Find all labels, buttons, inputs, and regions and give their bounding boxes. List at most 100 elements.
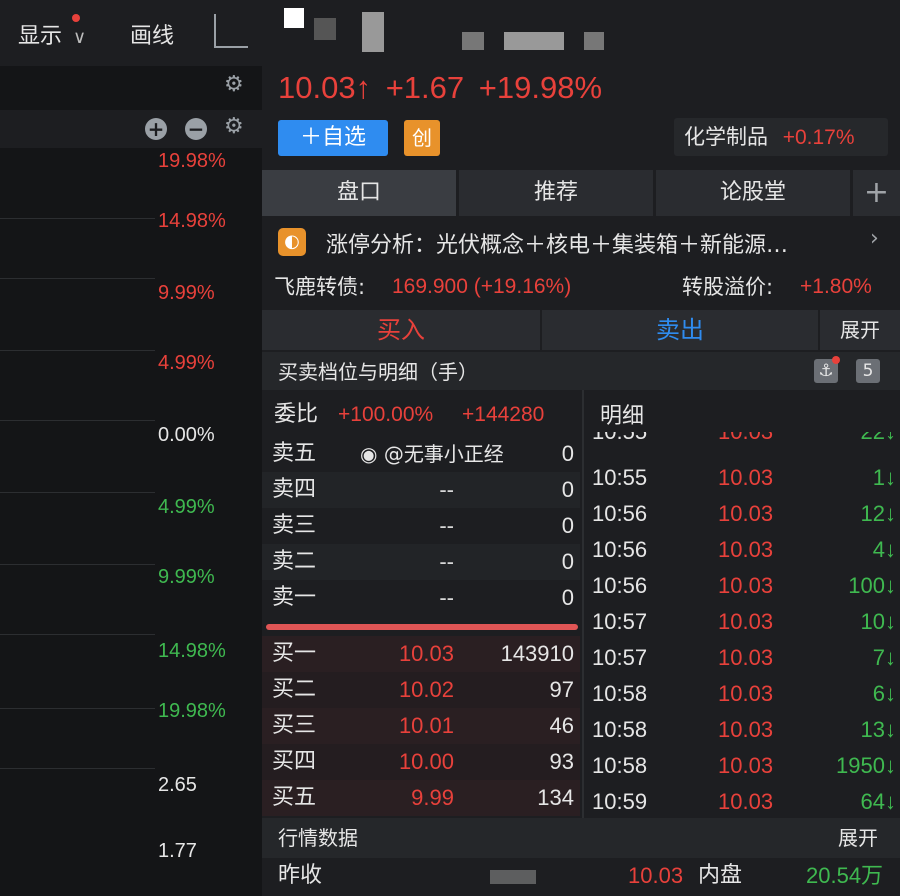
level-name: 卖四 — [272, 477, 317, 502]
buy-button[interactable]: 买入 — [262, 310, 540, 350]
current-price: 10.03↑ — [278, 70, 372, 105]
level-count-badge[interactable]: 5 — [856, 359, 880, 383]
buy-level-row[interactable]: 买三 10.01 46 — [262, 708, 580, 744]
weibo-icon: ◉ — [360, 442, 378, 466]
tab-pankou[interactable]: 盘口 — [262, 170, 456, 216]
axis-label: 14.98% — [158, 640, 226, 662]
sector-name: 化学制品 — [684, 125, 768, 149]
tick-row: 10:58 10.03 13↓ — [584, 712, 900, 748]
level-name: 买一 — [272, 641, 317, 666]
tick-row: 10:59 10.03 64↓ — [584, 784, 900, 818]
draw-line-button[interactable]: 画线 — [130, 18, 174, 50]
axis-label: 1.77 — [158, 840, 197, 862]
axis-label: 19.98% — [158, 150, 226, 172]
stock-name-redacted — [284, 8, 394, 56]
premium-value: +1.80% — [800, 275, 872, 298]
market-data-title: 行情数据 — [278, 826, 358, 850]
level-volume: 0 — [561, 549, 574, 574]
chart-toolbar: 显示 ∨ 画线 — [0, 0, 262, 66]
tick-row: 10:57 10.03 10↓ — [584, 604, 900, 640]
level-volume: 0 — [561, 513, 574, 538]
notification-dot — [832, 356, 840, 364]
sell-button[interactable]: 卖出 — [542, 310, 818, 350]
buy-level-row[interactable]: 买四 10.00 93 — [262, 744, 580, 780]
level-name: 卖三 — [272, 513, 317, 538]
grid-line — [0, 564, 155, 565]
tick-volume: 64↓ — [860, 789, 896, 814]
level-name: 卖五 — [272, 441, 317, 466]
axis-label: 9.99% — [158, 282, 215, 304]
grid-line — [0, 634, 155, 635]
level-name: 卖一 — [272, 585, 317, 610]
sell-level-row[interactable]: 卖一 -- 0 — [262, 580, 580, 616]
sell-level-row[interactable]: 卖三 -- 0 — [262, 508, 580, 544]
tick-time: 10:58 — [592, 753, 648, 778]
level-name: 买三 — [272, 713, 317, 738]
gear-icon[interactable]: ⚙ — [224, 116, 244, 138]
buy-level-row[interactable]: 买二 10.02 97 — [262, 672, 580, 708]
zoom-out-icon[interactable]: − — [185, 118, 207, 140]
tick-volume: 6↓ — [872, 681, 896, 706]
grid-line — [0, 492, 155, 493]
price-change-pct: +19.98% — [478, 70, 603, 105]
corner-icon[interactable] — [214, 14, 248, 48]
level-name: 买五 — [272, 785, 317, 810]
level-price: 9.99 — [411, 785, 454, 810]
tab-add-button[interactable]: + — [853, 170, 900, 216]
sell-level-row[interactable]: 卖四 -- 0 — [262, 472, 580, 508]
add-watchlist-button[interactable]: ＋自选 — [278, 120, 388, 156]
level-volume: 97 — [549, 677, 574, 702]
price-change: +1.67 — [385, 70, 465, 105]
expand-trade-button[interactable]: 展开 — [820, 310, 900, 350]
tick-price: 10.03 — [718, 789, 774, 814]
bond-label: 飞鹿转债: — [274, 275, 366, 299]
tab-recommend[interactable]: 推荐 — [459, 170, 653, 216]
market-expand-button[interactable]: 展开 — [838, 818, 878, 858]
sell-level-row[interactable]: 卖二 -- 0 — [262, 544, 580, 580]
level-price: 10.00 — [398, 749, 454, 774]
tick-time: 10:56 — [592, 501, 648, 526]
zoom-in-icon[interactable]: + — [145, 118, 167, 140]
level-volume: 0 — [561, 477, 574, 502]
limit-up-analysis[interactable]: ◐ 涨停分析：光伏概念＋核电＋集装箱＋新能源… › — [262, 218, 900, 264]
level-price: 10.03 — [398, 641, 454, 666]
market-data-row: 昨收 10.03 内盘 20.54万 — [262, 858, 900, 896]
buy-level-row[interactable]: 买五 9.99 134 — [262, 780, 580, 816]
buy-level-row[interactable]: 买一 10.03 143910 — [262, 636, 580, 672]
tick-row: 10:56 10.03 4↓ — [584, 532, 900, 568]
display-menu[interactable]: 显示 ∨ — [18, 18, 86, 50]
watermark-text: ◉ @无事小正经 — [360, 442, 504, 466]
prev-close-value: 10.03 — [628, 863, 684, 888]
prev-close-label: 昨收 — [278, 863, 323, 888]
tick-row: 10:55 10.03 22↓ — [584, 432, 900, 450]
tab-forum[interactable]: 论股堂 — [656, 170, 850, 216]
tick-row: 10:58 10.03 6↓ — [584, 676, 900, 712]
convertible-bond-row: 飞鹿转债: 169.900 (+19.16%) 转股溢价: +1.80% — [262, 266, 900, 308]
market-data-header: 行情数据 展开 — [262, 818, 900, 858]
tick-price: 10.03 — [718, 465, 774, 490]
notification-dot — [72, 14, 80, 22]
tick-row: 10:55 10.03 1↓ — [584, 460, 900, 496]
tick-volume: 7↓ — [872, 645, 896, 670]
tick-time: 10:59 — [592, 789, 648, 814]
axis-label: 19.98% — [158, 700, 226, 722]
tick-price: 10.03 — [718, 645, 774, 670]
grid-line — [0, 350, 155, 351]
grid-line — [0, 420, 155, 421]
sector-tag[interactable]: 化学制品 +0.17% — [674, 118, 888, 156]
stock-code-redacted — [462, 30, 604, 52]
level-price: -- — [439, 549, 454, 574]
tick-volume: 12↓ — [860, 501, 896, 526]
tick-time: 10:58 — [592, 717, 648, 742]
gear-icon[interactable]: ⚙ — [224, 74, 244, 96]
level-volume: 46 — [549, 713, 574, 738]
weibi-pct: +100.00% — [338, 403, 434, 426]
chevron-down-icon: ∨ — [73, 27, 87, 48]
display-label: 显示 — [18, 24, 63, 49]
orderbook-header: 买卖档位与明细（手） ⚓ 5 — [262, 352, 900, 390]
chart-controls-row: + − ⚙ — [0, 110, 262, 148]
tick-time: 10:55 — [592, 465, 648, 490]
orderbook-title: 买卖档位与明细（手） — [278, 360, 478, 384]
grid-line — [0, 218, 155, 219]
tick-time: 10:56 — [592, 573, 648, 598]
